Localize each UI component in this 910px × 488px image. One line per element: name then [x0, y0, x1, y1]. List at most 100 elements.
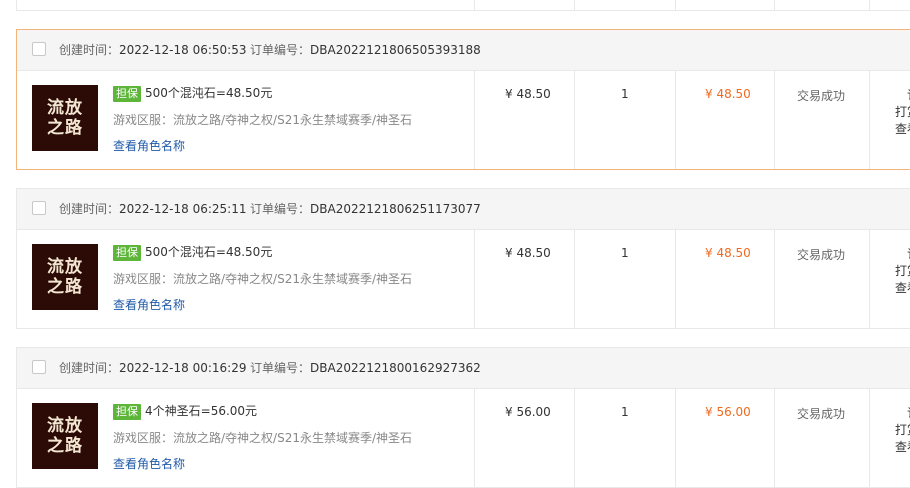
action-link[interactable]: 查看 [895, 121, 910, 138]
server-label: 游戏区服： [113, 113, 174, 127]
view-character-link[interactable]: 查看角色名称 [113, 296, 185, 313]
action-link[interactable]: 订 [895, 405, 910, 422]
created-time: 创建时间：2022-12-18 00:16:29 [59, 360, 246, 376]
order-card: 创建时间：2022-12-18 06:50:53 订单编号：DBA2022121… [16, 29, 910, 170]
column-divider [574, 388, 575, 487]
unit-price: ¥ 48.50 [505, 246, 551, 260]
order-number-label: 订单编号： [250, 43, 311, 57]
product-title: 担保 500个混沌石=48.50元 [113, 85, 272, 102]
order-select-checkbox[interactable] [32, 42, 46, 56]
order-select-checkbox[interactable] [32, 201, 46, 215]
order-select-checkbox[interactable] [32, 360, 46, 374]
action-link[interactable]: 查看 [895, 439, 910, 456]
order-number-value: DBA2022121806251173077 [310, 202, 481, 216]
game-logo-text: 之路 [47, 277, 83, 297]
order-status: 交易成功 [797, 89, 846, 103]
created-time: 创建时间：2022-12-18 06:25:11 [59, 201, 246, 217]
game-logo-text: 之路 [47, 436, 83, 456]
order-card: 创建时间：2022-12-18 00:16:29 订单编号：DBA2022121… [16, 347, 910, 488]
server-label: 游戏区服： [113, 272, 174, 286]
order-actions: 订 打赏 查看 [895, 405, 910, 456]
product-title-text[interactable]: 500个混沌石=48.50元 [145, 245, 272, 259]
created-label: 创建时间： [59, 43, 120, 57]
order-status: 交易成功 [797, 248, 846, 262]
created-time: 创建时间：2022-12-18 06:50:53 [59, 42, 246, 58]
action-link[interactable]: 订 [895, 246, 910, 263]
guarantee-badge: 担保 [113, 86, 141, 102]
game-logo-text: 流放 [47, 416, 83, 436]
order-header: 创建时间：2022-12-18 00:16:29 订单编号：DBA2022121… [17, 348, 910, 389]
quantity: 1 [621, 87, 629, 101]
unit-price: ¥ 48.50 [505, 87, 551, 101]
game-logo-thumbnail[interactable]: 流放 之路 [32, 85, 98, 151]
action-link[interactable]: 订 [895, 87, 910, 104]
column-divider [574, 0, 575, 10]
product-title: 担保 500个混沌石=48.50元 [113, 244, 272, 261]
game-logo-text: 之路 [47, 118, 83, 138]
column-divider [774, 388, 775, 487]
order-number-value: DBA2022121806505393188 [310, 43, 481, 57]
order-body: 流放 之路 担保 500个混沌石=48.50元 游戏区服：流放之路/夺神之权/S2… [17, 70, 910, 169]
order-number: 订单编号：DBA2022121800162927362 [250, 360, 481, 376]
total-price: ¥ 48.50 [705, 246, 751, 260]
column-divider [574, 229, 575, 328]
column-divider [574, 70, 575, 169]
quantity: 1 [621, 405, 629, 419]
game-logo-thumbnail[interactable]: 流放 之路 [32, 403, 98, 469]
product-title-text[interactable]: 4个神圣石=56.00元 [145, 404, 257, 418]
total-price: ¥ 56.00 [705, 405, 751, 419]
column-divider [474, 388, 475, 487]
quantity: 1 [621, 246, 629, 260]
server-value: 流放之路/夺神之权/S21永生禁域赛季/神圣石 [173, 272, 413, 286]
game-logo-text: 流放 [47, 98, 83, 118]
order-number-value: DBA2022121800162927362 [310, 361, 481, 375]
column-divider [675, 0, 676, 10]
created-label: 创建时间： [59, 202, 120, 216]
game-logo-thumbnail[interactable]: 流放 之路 [32, 244, 98, 310]
action-link[interactable]: 打赏 [895, 104, 910, 121]
view-character-link[interactable]: 查看角色名称 [113, 137, 185, 154]
order-status: 交易成功 [797, 407, 846, 421]
created-value: 2022-12-18 06:50:53 [119, 43, 247, 57]
column-divider [474, 229, 475, 328]
order-number-label: 订单编号： [250, 361, 311, 375]
order-number: 订单编号：DBA2022121806505393188 [250, 42, 481, 58]
order-body: 流放 之路 担保 500个混沌石=48.50元 游戏区服：流放之路/夺神之权/S2… [17, 229, 910, 328]
column-divider [774, 0, 775, 10]
column-divider [869, 0, 870, 10]
column-divider [474, 0, 475, 10]
action-link[interactable]: 打赏 [895, 422, 910, 439]
order-header: 创建时间：2022-12-18 06:50:53 订单编号：DBA2022121… [17, 30, 910, 71]
game-server: 游戏区服：流放之路/夺神之权/S21永生禁域赛季/神圣石 [113, 429, 412, 446]
created-label: 创建时间： [59, 361, 120, 375]
created-value: 2022-12-18 00:16:29 [119, 361, 247, 375]
column-divider [474, 70, 475, 169]
column-divider [774, 229, 775, 328]
product-title-text[interactable]: 500个混沌石=48.50元 [145, 86, 272, 100]
server-label: 游戏区服： [113, 431, 174, 445]
game-logo-text: 流放 [47, 257, 83, 277]
total-price: ¥ 48.50 [705, 87, 751, 101]
column-divider [675, 388, 676, 487]
column-divider [869, 388, 870, 487]
guarantee-badge: 担保 [113, 245, 141, 261]
order-actions: 订 打赏 查看 [895, 87, 910, 138]
action-link[interactable]: 查看 [895, 280, 910, 297]
column-divider [675, 70, 676, 169]
action-link[interactable]: 打赏 [895, 263, 910, 280]
game-server: 游戏区服：流放之路/夺神之权/S21永生禁域赛季/神圣石 [113, 111, 412, 128]
view-character-link[interactable]: 查看角色名称 [113, 455, 185, 472]
column-divider [869, 70, 870, 169]
previous-order-tail [16, 0, 910, 11]
column-divider [774, 70, 775, 169]
order-number-label: 订单编号： [250, 202, 311, 216]
order-body: 流放 之路 担保 4个神圣石=56.00元 游戏区服：流放之路/夺神之权/S21永… [17, 388, 910, 487]
server-value: 流放之路/夺神之权/S21永生禁域赛季/神圣石 [173, 113, 413, 127]
unit-price: ¥ 56.00 [505, 405, 551, 419]
guarantee-badge: 担保 [113, 404, 141, 420]
server-value: 流放之路/夺神之权/S21永生禁域赛季/神圣石 [173, 431, 413, 445]
created-value: 2022-12-18 06:25:11 [119, 202, 247, 216]
product-title: 担保 4个神圣石=56.00元 [113, 403, 257, 420]
order-number: 订单编号：DBA2022121806251173077 [250, 201, 481, 217]
order-card: 创建时间：2022-12-18 06:25:11 订单编号：DBA2022121… [16, 188, 910, 329]
